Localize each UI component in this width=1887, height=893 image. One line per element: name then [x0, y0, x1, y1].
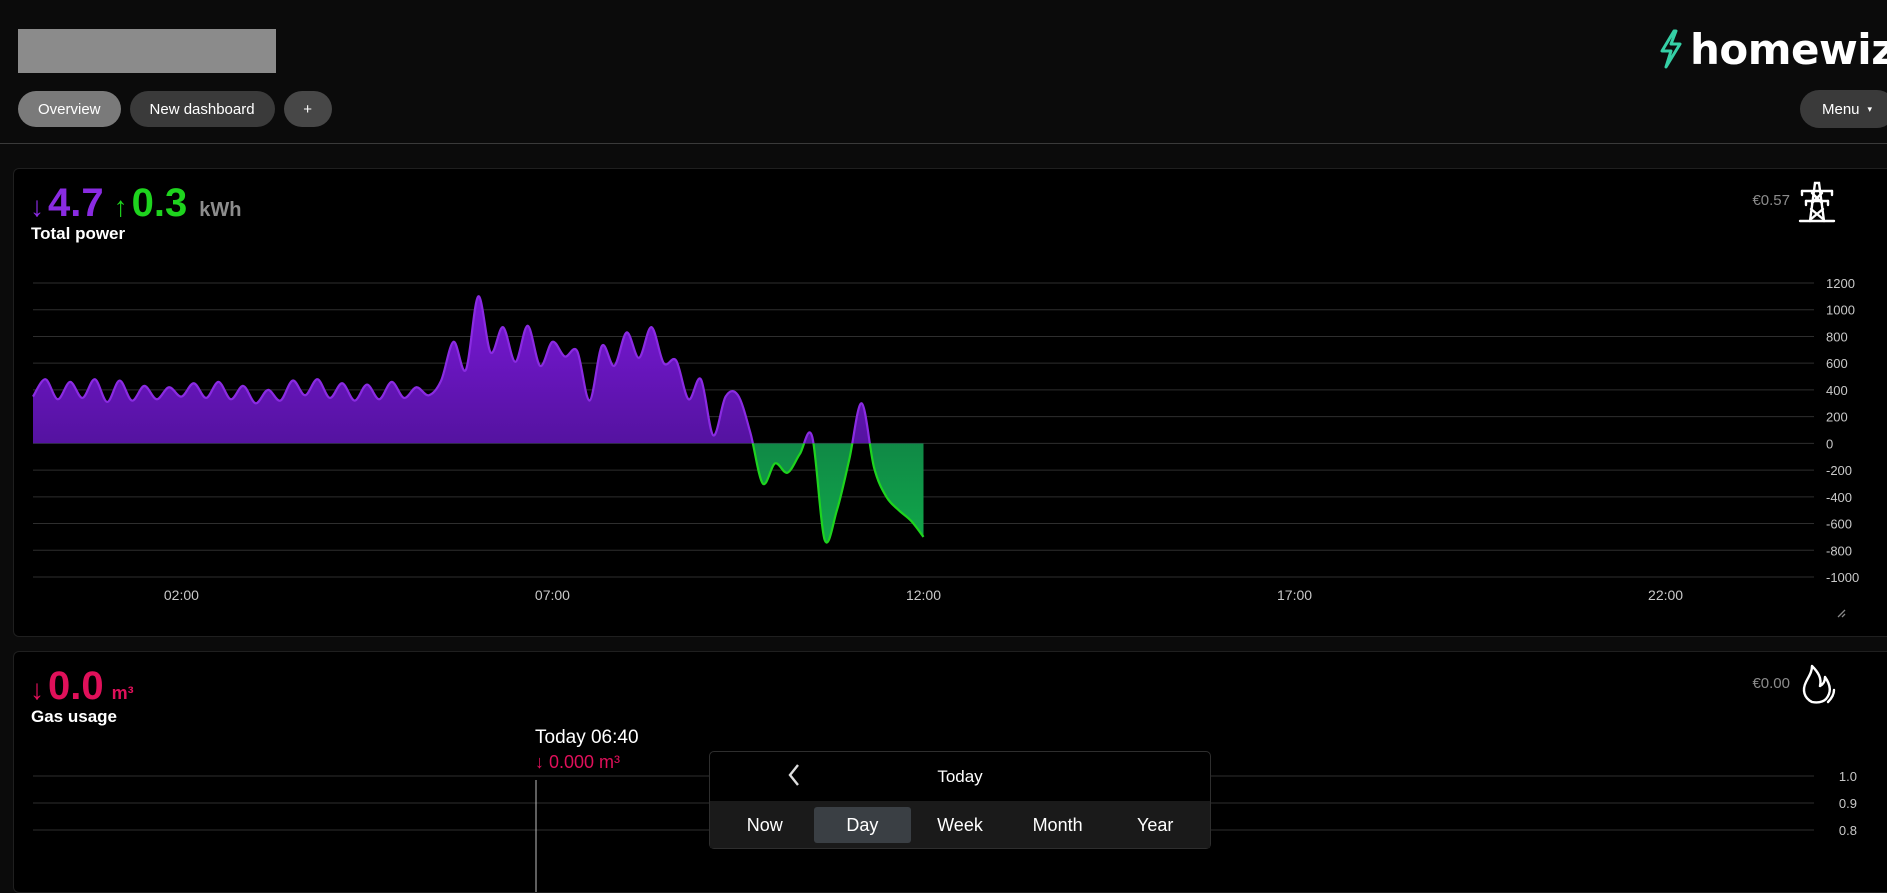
dashboard-title-placeholder [18, 29, 276, 73]
x-tick-label: 22:00 [1648, 587, 1683, 603]
y-tick-label: -600 [1826, 517, 1852, 532]
y-tick-label: 200 [1826, 410, 1848, 425]
period-tabs: Now Day Week Month Year [710, 801, 1210, 848]
x-tick-label: 02:00 [164, 587, 199, 603]
x-tick-label: 17:00 [1277, 587, 1312, 603]
y-tick-label: 1.0 [1839, 769, 1857, 784]
x-tick-label: 12:00 [906, 587, 941, 603]
power-card: ↓ 4.7 ↑ 0.3 kWh Total power €0.57 1200 10… [13, 168, 1887, 637]
y-tick-label: -1000 [1826, 570, 1859, 585]
tab-new-dashboard[interactable]: New dashboard [129, 91, 275, 127]
tooltip-time: Today 06:40 [535, 727, 639, 748]
y-tick-label: 0 [1826, 436, 1833, 451]
x-tick-label: 07:00 [535, 587, 570, 603]
y-tick-label: 0.9 [1839, 796, 1857, 811]
homewizard-logo: homewizard [1656, 24, 1887, 74]
period-label: Today [937, 767, 983, 786]
time-selector: Today Now Day Week Month Year [709, 751, 1211, 849]
header: homewizard Overview New dashboard + Menu… [0, 0, 1887, 144]
tab-overview[interactable]: Overview [18, 91, 121, 127]
period-month[interactable]: Month [1009, 807, 1107, 843]
period-now[interactable]: Now [716, 807, 814, 843]
y-tick-label: -200 [1826, 463, 1852, 478]
dashboard-tabs: Overview New dashboard + [18, 91, 332, 127]
period-week[interactable]: Week [911, 807, 1009, 843]
chevron-left-icon[interactable] [786, 762, 802, 795]
resize-handle-icon[interactable] [1836, 608, 1846, 618]
tooltip-value: ↓ 0.000 m³ [535, 752, 621, 772]
bolt-icon [1660, 29, 1682, 69]
y-tick-label: 1200 [1826, 276, 1855, 291]
time-selector-header: Today [710, 752, 1210, 800]
y-tick-label: 0.8 [1839, 823, 1857, 838]
y-tick-label: -800 [1826, 543, 1852, 558]
menu-label: Menu [1822, 100, 1860, 118]
add-dashboard-button[interactable]: + [283, 91, 332, 127]
y-tick-label: 800 [1826, 329, 1848, 344]
y-tick-label: 400 [1826, 383, 1848, 398]
power-import-area [33, 296, 870, 444]
logo-text: homewizard [1690, 24, 1887, 74]
period-day[interactable]: Day [813, 806, 912, 843]
power-chart[interactable]: 1200 1000 800 600 400 200 0 -200 -400 -600 -800 -10… [14, 169, 1887, 636]
menu-button[interactable]: Menu ▾ [1800, 90, 1887, 128]
y-tick-label: -400 [1826, 490, 1852, 505]
y-tick-label: 600 [1826, 356, 1848, 371]
caret-down-icon: ▾ [1867, 103, 1873, 114]
period-year[interactable]: Year [1106, 807, 1204, 843]
y-tick-label: 1000 [1826, 303, 1855, 318]
